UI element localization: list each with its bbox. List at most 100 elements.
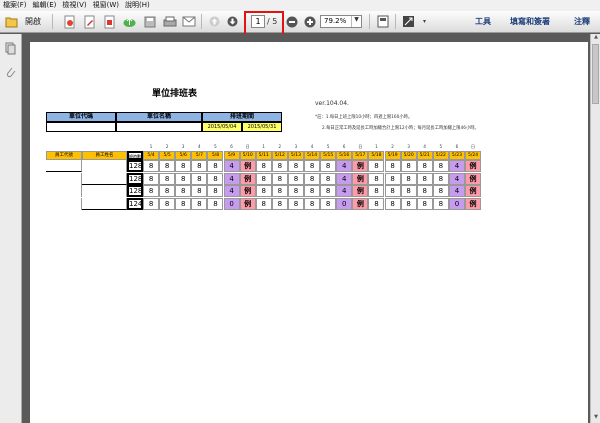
schedule-cell[interactable]: 8 (368, 185, 385, 197)
schedule-cell[interactable]: 8 (384, 172, 401, 185)
schedule-cell[interactable]: 8 (416, 185, 433, 197)
zoom-out-icon[interactable] (284, 14, 299, 29)
print-icon[interactable] (162, 14, 177, 29)
employee-id-cell[interactable] (46, 160, 82, 172)
vertical-scrollbar[interactable]: ▲ ▼ (590, 34, 600, 423)
schedule-cell[interactable]: 0 (336, 197, 353, 210)
employee-id-cell[interactable] (46, 185, 82, 197)
schedule-cell[interactable]: 8 (175, 197, 192, 210)
schedule-cell[interactable]: 8 (175, 160, 192, 172)
customize-dropdown-icon[interactable]: ▾ (417, 14, 432, 29)
open-button[interactable]: 開啟 (25, 16, 41, 27)
scroll-down-icon[interactable]: ▼ (591, 414, 600, 423)
employee-name-cell[interactable] (82, 197, 127, 210)
schedule-cell[interactable]: 例 (239, 172, 256, 185)
employee-name-cell[interactable] (82, 185, 127, 197)
schedule-cell[interactable]: 8 (255, 185, 272, 197)
schedule-cell[interactable]: 8 (287, 197, 304, 210)
schedule-cell[interactable]: 8 (255, 172, 272, 185)
schedule-cell[interactable]: 4 (448, 160, 465, 172)
schedule-cell[interactable]: 4 (223, 185, 240, 197)
schedule-cell[interactable]: 8 (320, 197, 337, 210)
schedule-cell[interactable]: 8 (159, 185, 176, 197)
create-pdf-icon[interactable] (62, 14, 77, 29)
open-folder-icon[interactable] (4, 14, 19, 29)
schedule-cell[interactable]: 8 (191, 172, 208, 185)
next-page-icon[interactable] (225, 14, 240, 29)
schedule-cell[interactable]: 8 (368, 172, 385, 185)
schedule-cell[interactable]: 例 (352, 185, 369, 197)
schedule-cell[interactable]: 8 (400, 185, 417, 197)
schedule-cell[interactable]: 例 (239, 160, 256, 172)
scroll-up-icon[interactable]: ▲ (591, 34, 600, 43)
schedule-cell[interactable]: 4 (336, 172, 353, 185)
menu-window[interactable]: 視窗(W) (90, 0, 122, 11)
schedule-cell[interactable]: 8 (416, 160, 433, 172)
export-pdf-icon[interactable] (102, 14, 117, 29)
schedule-cell[interactable]: 例 (465, 172, 482, 185)
previous-page-icon[interactable] (207, 14, 222, 29)
schedule-cell[interactable]: 8 (432, 197, 449, 210)
schedule-cell[interactable]: 8 (400, 172, 417, 185)
schedule-cell[interactable]: 8 (175, 172, 192, 185)
schedule-cell[interactable]: 8 (271, 185, 288, 197)
schedule-cell[interactable]: 8 (320, 160, 337, 172)
fit-page-icon[interactable] (375, 14, 390, 29)
schedule-cell[interactable]: 8 (287, 185, 304, 197)
email-icon[interactable] (181, 14, 196, 29)
zoom-dropdown-icon[interactable]: ▼ (351, 16, 361, 27)
menu-file[interactable]: 檔案(F) (0, 0, 30, 11)
schedule-cell[interactable]: 8 (143, 197, 160, 210)
schedule-cell[interactable]: 8 (400, 197, 417, 210)
schedule-cell[interactable]: 8 (304, 197, 321, 210)
schedule-cell[interactable]: 8 (191, 185, 208, 197)
comment-button[interactable]: 注釋 (574, 16, 590, 27)
schedule-cell[interactable]: 例 (465, 197, 482, 210)
schedule-cell[interactable]: 8 (320, 185, 337, 197)
schedule-cell[interactable]: 8 (416, 172, 433, 185)
schedule-cell[interactable]: 8 (287, 160, 304, 172)
schedule-cell[interactable]: 0 (448, 197, 465, 210)
scrollbar-thumb[interactable] (592, 44, 599, 104)
schedule-cell[interactable]: 8 (159, 172, 176, 185)
schedule-cell[interactable]: 例 (465, 160, 482, 172)
employee-id-cell[interactable] (46, 197, 82, 210)
schedule-cell[interactable]: 8 (416, 197, 433, 210)
unit-name-value[interactable] (116, 122, 202, 132)
employee-name-cell[interactable] (82, 160, 127, 172)
schedule-cell[interactable]: 8 (368, 160, 385, 172)
schedule-cell[interactable]: 8 (143, 185, 160, 197)
schedule-cell[interactable]: 8 (304, 160, 321, 172)
schedule-cell[interactable]: 4 (448, 185, 465, 197)
schedule-cell[interactable]: 8 (207, 160, 224, 172)
schedule-cell[interactable]: 8 (271, 160, 288, 172)
schedule-cell[interactable]: 8 (255, 160, 272, 172)
schedule-cell[interactable]: 8 (191, 160, 208, 172)
schedule-cell[interactable]: 0 (223, 197, 240, 210)
schedule-cell[interactable]: 8 (271, 172, 288, 185)
employee-name-cell[interactable] (82, 172, 127, 185)
schedule-cell[interactable]: 例 (352, 160, 369, 172)
unit-code-value[interactable] (46, 122, 116, 132)
schedule-cell[interactable]: 8 (304, 172, 321, 185)
menu-view[interactable]: 檢視(V) (59, 0, 89, 11)
schedule-cell[interactable]: 8 (320, 172, 337, 185)
schedule-cell[interactable]: 例 (352, 197, 369, 210)
edit-pdf-icon[interactable] (82, 14, 97, 29)
schedule-cell[interactable]: 例 (465, 185, 482, 197)
schedule-cell[interactable]: 8 (432, 160, 449, 172)
schedule-cell[interactable]: 例 (239, 185, 256, 197)
schedule-cell[interactable]: 8 (159, 197, 176, 210)
employee-id-cell[interactable] (46, 172, 82, 185)
schedule-cell[interactable]: 4 (336, 160, 353, 172)
full-screen-icon[interactable] (401, 14, 416, 29)
schedule-cell[interactable]: 8 (143, 172, 160, 185)
tools-button[interactable]: 工具 (475, 16, 491, 27)
schedule-cell[interactable]: 8 (175, 185, 192, 197)
zoom-in-icon[interactable] (302, 14, 317, 29)
fill-and-sign-button[interactable]: 填寫和簽署 (510, 16, 550, 27)
attachment-icon[interactable] (4, 66, 17, 79)
schedule-cell[interactable]: 8 (384, 185, 401, 197)
schedule-cell[interactable]: 8 (207, 185, 224, 197)
schedule-cell[interactable]: 8 (159, 160, 176, 172)
